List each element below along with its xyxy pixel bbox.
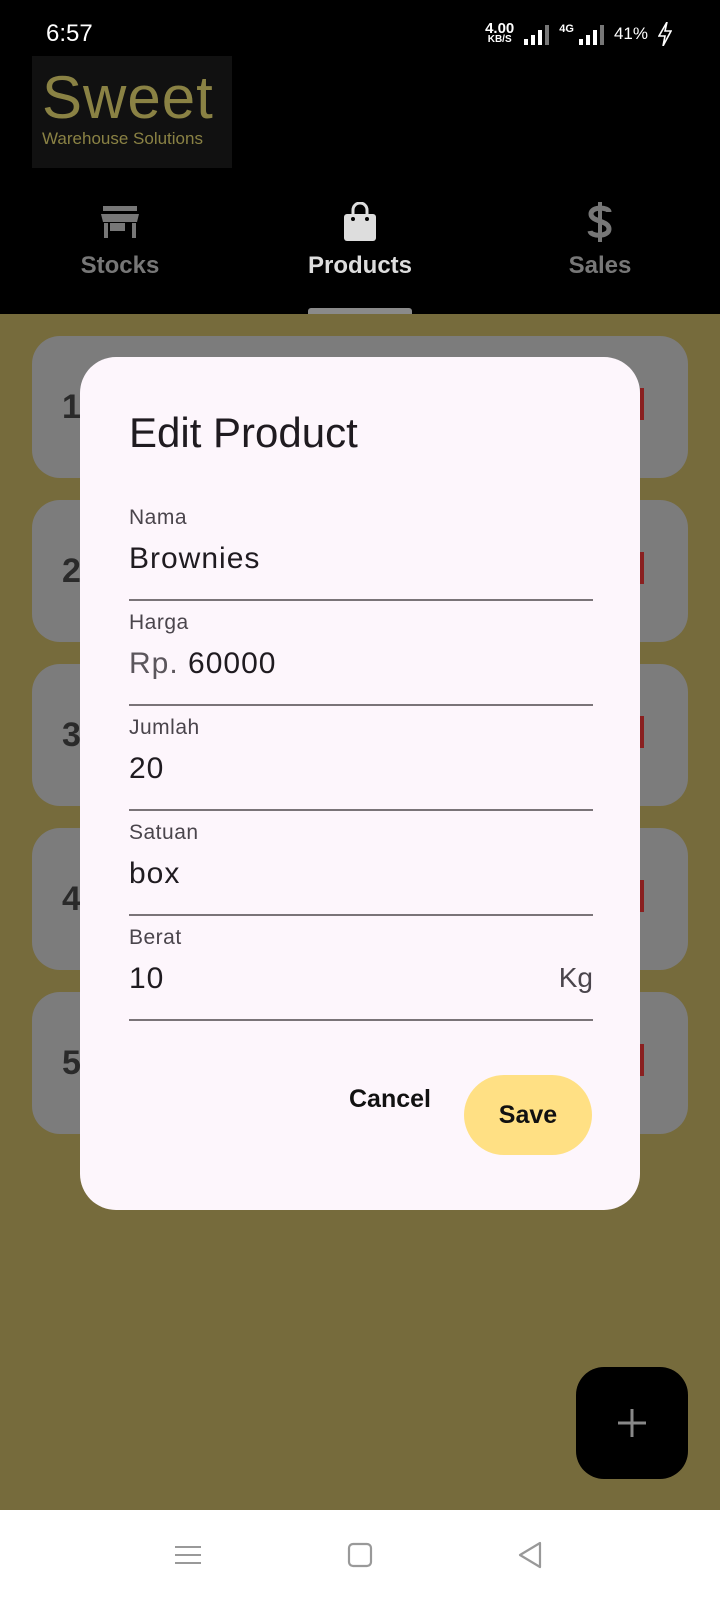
home-square-icon <box>347 1542 373 1568</box>
signal-4g-icon: 4G <box>559 23 604 45</box>
network-speed-unit: KB/S <box>487 34 512 45</box>
harga-prefix: Rp. <box>129 647 189 680</box>
menu-nav-button[interactable] <box>168 1535 208 1575</box>
logo-title: Sweet <box>42 64 214 131</box>
harga-value: 60000 <box>188 647 277 680</box>
back-triangle-icon <box>518 1541 542 1569</box>
cancel-button[interactable]: Cancel <box>334 1075 446 1123</box>
list-item-number: 2 <box>62 552 81 590</box>
dollar-icon <box>587 200 613 244</box>
list-item-number: 3 <box>62 716 81 754</box>
berat-field[interactable]: Berat 10 Kg <box>129 926 593 1021</box>
nama-field[interactable]: Nama Brownies <box>129 506 593 601</box>
charging-icon <box>658 22 672 46</box>
nama-input[interactable]: Brownies <box>129 542 260 576</box>
harga-input[interactable]: Rp. 60000 <box>129 647 276 681</box>
network-speed: 4.00 KB/S <box>485 20 515 45</box>
harga-field[interactable]: Harga Rp. 60000 <box>129 611 593 706</box>
active-tab-indicator <box>308 308 412 314</box>
menu-icon <box>175 1546 201 1564</box>
network-type: 4G <box>559 23 574 35</box>
tab-products[interactable]: Products <box>240 190 480 314</box>
status-time: 6:57 <box>46 20 93 47</box>
satuan-field[interactable]: Satuan box <box>129 821 593 916</box>
tab-sales[interactable]: Sales <box>480 190 720 314</box>
berat-input[interactable]: 10 <box>129 962 164 996</box>
plus-icon <box>618 1409 646 1437</box>
jumlah-label: Jumlah <box>129 716 200 739</box>
tab-bar: Stocks Products Sales <box>0 190 720 314</box>
top-app-bar: 6:57 4.00 KB/S 4G 41% Sweet Warehouse So… <box>0 0 720 314</box>
shopping-bag-icon <box>343 200 377 244</box>
home-nav-button[interactable] <box>340 1535 380 1575</box>
list-item-number: 4 <box>62 880 81 918</box>
tab-products-label: Products <box>307 252 412 279</box>
berat-label: Berat <box>129 926 182 949</box>
tab-stocks[interactable]: Stocks <box>0 190 240 314</box>
jumlah-field[interactable]: Jumlah 20 <box>129 716 593 811</box>
berat-unit-suffix: Kg <box>558 962 593 993</box>
app-logo: Sweet Warehouse Solutions <box>32 56 232 168</box>
logo-subtitle: Warehouse Solutions <box>42 129 203 148</box>
back-nav-button[interactable] <box>510 1535 550 1575</box>
jumlah-input[interactable]: 20 <box>129 752 164 786</box>
list-item-number: 1 <box>62 388 81 426</box>
signal-icon <box>524 23 550 45</box>
list-item-number: 5 <box>62 1044 81 1082</box>
satuan-label: Satuan <box>129 821 199 844</box>
network-speed-value: 4.00 <box>485 20 515 37</box>
satuan-input[interactable]: box <box>129 857 180 891</box>
nama-label: Nama <box>129 506 188 529</box>
add-product-button[interactable] <box>576 1367 688 1479</box>
system-nav-bar <box>0 1510 720 1600</box>
tab-sales-label: Sales <box>568 252 632 279</box>
dialog-title: Edit Product <box>129 409 358 456</box>
edit-product-dialog: Edit Product Nama Brownies Harga Rp. 600… <box>80 357 640 1210</box>
store-icon <box>101 200 139 244</box>
harga-label: Harga <box>129 611 189 634</box>
battery-percent: 41% <box>613 24 648 43</box>
tab-stocks-label: Stocks <box>80 252 160 279</box>
save-button[interactable]: Save <box>464 1075 592 1155</box>
status-icons: 4.00 KB/S 4G 41% <box>485 20 672 46</box>
